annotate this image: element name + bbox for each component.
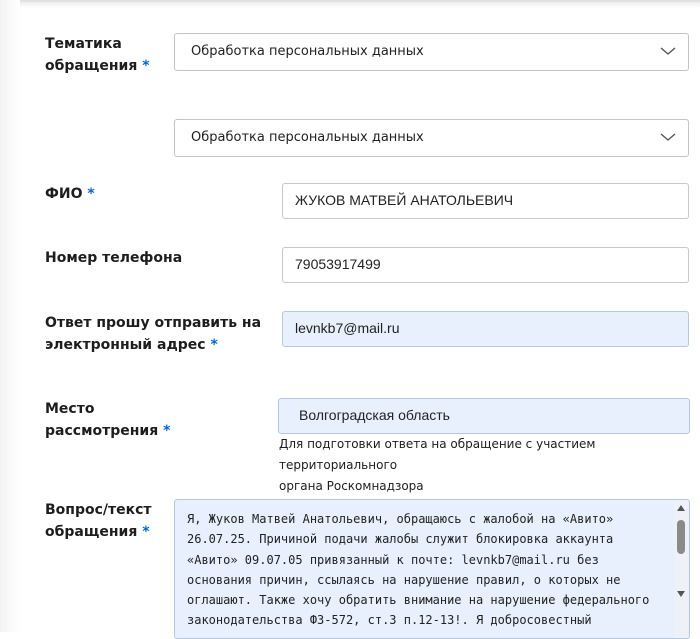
place-select-value: Волгоградская область (299, 407, 450, 423)
fio-input-value: ЖУКОВ МАТВЕЙ АНАТОЛЬЕВИЧ (295, 192, 514, 208)
scroll-down-arrow-icon[interactable] (677, 591, 685, 597)
question-label-line2: обращения (45, 524, 138, 540)
left-shadow (0, 0, 20, 632)
email-label-line2: электронный адрес (45, 337, 206, 353)
place-select[interactable]: Волгоградская область (278, 398, 690, 434)
email-label: Ответ прошу отправить на электронный адр… (45, 312, 261, 356)
required-mark: * (87, 186, 95, 202)
email-label-line1: Ответ прошу отправить на (45, 315, 262, 331)
required-mark: * (142, 58, 150, 74)
place-label-line1: Место (45, 401, 95, 417)
chevron-down-icon (660, 47, 676, 55)
fio-input[interactable]: ЖУКОВ МАТВЕЙ АНАТОЛЬЕВИЧ (282, 183, 689, 219)
required-mark: * (163, 423, 171, 439)
topic-label: Тематика обращения * (45, 33, 150, 77)
topic-label-line2: обращения (45, 58, 138, 74)
chevron-down-icon (660, 133, 676, 141)
question-label: Вопрос/текст обращения * (45, 499, 152, 543)
place-label-line2: рассмотрения (45, 423, 159, 439)
phone-input-value: 79053917499 (295, 256, 381, 272)
email-input[interactable]: levnkb7@mail.ru (282, 311, 689, 347)
topic-select-value: Обработка персональных данных (191, 44, 424, 59)
phone-label: Номер телефона (45, 247, 182, 269)
place-hint-line2: органа Роскомнадзора (279, 479, 424, 493)
required-mark: * (210, 337, 218, 353)
place-hint: Для подготовки ответа на обращение с уча… (279, 434, 694, 497)
scroll-thumb[interactable] (677, 520, 685, 554)
scroll-up-arrow-icon[interactable] (677, 505, 685, 511)
required-mark: * (142, 524, 150, 540)
fio-label: ФИО * (45, 183, 95, 205)
topic-label-line1: Тематика (45, 36, 122, 52)
email-input-value: levnkb7@mail.ru (295, 320, 400, 336)
top-shadow (0, 2, 700, 8)
question-textarea[interactable]: Я, Жуков Матвей Анатольевич, обращаюсь с… (174, 499, 690, 639)
fio-label-text: ФИО (45, 186, 83, 202)
place-label: Место рассмотрения * (45, 398, 170, 442)
subtopic-select-value: Обработка персональных данных (191, 130, 424, 145)
phone-label-text: Номер телефона (45, 250, 183, 266)
place-hint-line1: Для подготовки ответа на обращение с уча… (279, 437, 596, 472)
textarea-scrollbar[interactable] (674, 501, 688, 638)
phone-input[interactable]: 79053917499 (282, 247, 689, 283)
subtopic-select[interactable]: Обработка персональных данных (174, 119, 689, 157)
question-label-line1: Вопрос/текст (45, 502, 152, 518)
question-text: Я, Жуков Матвей Анатольевич, обращаюсь с… (187, 512, 650, 628)
topic-select[interactable]: Обработка персональных данных (174, 33, 689, 71)
